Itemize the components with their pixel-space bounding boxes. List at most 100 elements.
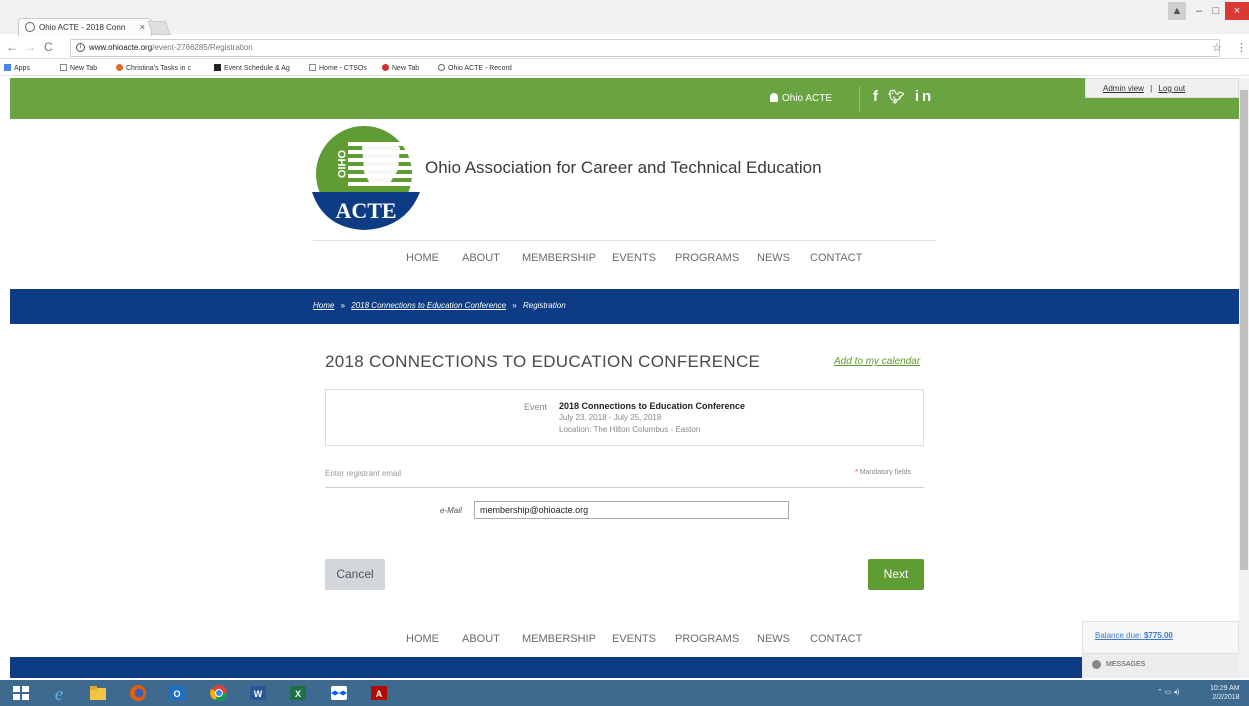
email-label: e-Mail	[440, 506, 462, 515]
footer-nav-contact[interactable]: CONTACT	[810, 633, 862, 645]
bookmark-star-icon[interactable]: ☆	[1212, 41, 1222, 54]
browser-tab[interactable]: Ohio ACTE - 2018 Conn ×	[18, 18, 152, 36]
logo-state: OHIO	[335, 150, 347, 179]
svg-text:A: A	[376, 689, 383, 699]
bookmark-ohio-acte-record[interactable]: Ohio ACTE - Record	[438, 64, 512, 72]
file-explorer-icon[interactable]	[87, 683, 109, 703]
nav-contact[interactable]: CONTACT	[810, 252, 862, 264]
social-links[interactable]: f 🐦︎ in	[873, 88, 934, 105]
admin-toolbar: Admin view | Log out	[1085, 78, 1239, 98]
bookmarks-bar: Apps New Tab Christina's Tasks in c Even…	[0, 60, 1249, 76]
footer-nav-about[interactable]: ABOUT	[462, 633, 500, 645]
cancel-button[interactable]: Cancel	[325, 559, 385, 590]
event-label: Event	[524, 402, 548, 412]
mandatory-star: *	[855, 469, 858, 476]
add-to-calendar-link[interactable]: Add to my calendar	[834, 356, 920, 367]
nav-membership[interactable]: MEMBERSHIP	[522, 252, 596, 264]
url-input[interactable]: i www.ohioacte.org/event-2766285/Registr…	[70, 39, 1220, 57]
minimize-button[interactable]: –	[1190, 2, 1208, 20]
logo-acronym: ACTE	[335, 198, 396, 223]
nav-about[interactable]: ABOUT	[462, 252, 500, 264]
balance-label: Balance due:	[1095, 631, 1142, 640]
nav-events[interactable]: EVENTS	[612, 252, 656, 264]
bookmark-new-tab[interactable]: New Tab	[60, 64, 97, 72]
mandatory-fields-note: * Mandatory fields	[855, 469, 911, 476]
registrant-email-heading: Enter registrant email	[325, 469, 402, 478]
window-close-button[interactable]: ×	[1225, 2, 1249, 20]
breadcrumb-bar	[10, 289, 1239, 324]
acrobat-icon[interactable]: A	[368, 683, 390, 703]
chrome-icon[interactable]	[208, 683, 230, 703]
site-top-bar	[10, 78, 1239, 119]
user-icon	[770, 93, 778, 102]
internet-explorer-icon[interactable]: e	[48, 683, 70, 705]
forward-arrow-icon[interactable]: →	[24, 40, 36, 54]
event-dates: July 23, 2018 - July 25, 2018	[559, 413, 662, 422]
browser-menu-icon[interactable]: ⋮	[1236, 41, 1247, 54]
email-field[interactable]	[474, 501, 789, 519]
url-host: www.ohioacte.org	[89, 43, 153, 52]
footer-nav-news[interactable]: NEWS	[757, 633, 790, 645]
logout-link[interactable]: Log out	[1158, 84, 1185, 93]
dropbox-icon[interactable]	[328, 683, 350, 703]
breadcrumb-separator: »	[512, 301, 517, 310]
admin-view-link[interactable]: Admin view	[1103, 84, 1144, 93]
footer-nav-events[interactable]: EVENTS	[612, 633, 656, 645]
reload-icon[interactable]: C	[44, 40, 53, 54]
breadcrumb-home[interactable]: Home	[313, 301, 334, 310]
messages-label[interactable]: MESSAGES	[1106, 661, 1145, 668]
maximize-button[interactable]: □	[1207, 2, 1225, 20]
nav-news[interactable]: NEWS	[757, 252, 790, 264]
facebook-icon[interactable]: f	[873, 88, 881, 105]
footer-bar	[10, 657, 1239, 678]
user-account-link[interactable]: Ohio ACTE	[770, 93, 832, 104]
balance-value: $775.00	[1143, 631, 1173, 640]
page-icon	[309, 64, 316, 71]
word-icon[interactable]: W	[247, 683, 269, 703]
bookmark-event-schedule[interactable]: Event Schedule & Ag	[214, 64, 290, 72]
twitter-icon[interactable]: 🐦︎	[888, 89, 908, 104]
page-icon	[60, 64, 67, 71]
nav-programs[interactable]: PROGRAMS	[675, 252, 739, 264]
breadcrumb-current: Registration	[522, 301, 566, 310]
footer-nav-home[interactable]: HOME	[406, 633, 439, 645]
close-icon[interactable]: ×	[140, 19, 145, 36]
separator: |	[1150, 84, 1153, 93]
ohio-acte-logo[interactable]: ACTE OHIO	[310, 124, 428, 232]
bookmark-home-ctsos[interactable]: Home - CTSOs	[309, 64, 367, 72]
windows-start-icon[interactable]	[10, 683, 32, 703]
next-button[interactable]: Next	[868, 559, 924, 590]
pokeball-icon	[382, 64, 389, 71]
bookmark-new-tab-2[interactable]: New Tab	[382, 64, 419, 72]
url-path: /event-2766285/Registration	[152, 43, 253, 52]
svg-text:e: e	[55, 684, 63, 703]
firefox-icon[interactable]	[127, 683, 149, 703]
breadcrumb: Home » 2018 Connections to Education Con…	[313, 301, 566, 310]
svg-text:X: X	[295, 689, 301, 699]
bookmark-christinas-tasks[interactable]: Christina's Tasks in c	[116, 64, 191, 72]
feather-icon	[214, 64, 221, 71]
scrollbar-thumb[interactable]	[1240, 90, 1248, 570]
excel-icon[interactable]: X	[287, 683, 309, 703]
org-name: Ohio Association for Career and Technica…	[425, 158, 822, 177]
bookmark-apps[interactable]: Apps	[4, 64, 30, 72]
balance-due-link[interactable]: Balance due: $775.00	[1095, 631, 1173, 640]
clock-date: 2/2/2018	[1212, 694, 1240, 701]
linkedin-icon[interactable]: in	[915, 88, 934, 105]
globe-icon	[25, 22, 35, 32]
messages-icon	[1092, 660, 1101, 669]
divider	[859, 86, 860, 112]
outlook-icon[interactable]: O	[166, 683, 188, 703]
system-clock[interactable]: 10:29 AM 2/2/2018	[1210, 684, 1240, 702]
svg-text:W: W	[254, 689, 263, 699]
nav-home[interactable]: HOME	[406, 252, 439, 264]
user-profile-icon[interactable]: ▲	[1168, 2, 1186, 20]
svg-text:O: O	[173, 689, 180, 699]
back-arrow-icon[interactable]: ←	[6, 40, 18, 54]
footer-nav-membership[interactable]: MEMBERSHIP	[522, 633, 596, 645]
system-tray-icons[interactable]: ⌃ ▭ ◂)	[1157, 688, 1179, 696]
info-icon[interactable]: i	[76, 43, 85, 52]
breadcrumb-event[interactable]: 2018 Connections to Education Conference	[351, 301, 506, 310]
footer-nav-programs[interactable]: PROGRAMS	[675, 633, 739, 645]
section-divider	[325, 487, 924, 488]
